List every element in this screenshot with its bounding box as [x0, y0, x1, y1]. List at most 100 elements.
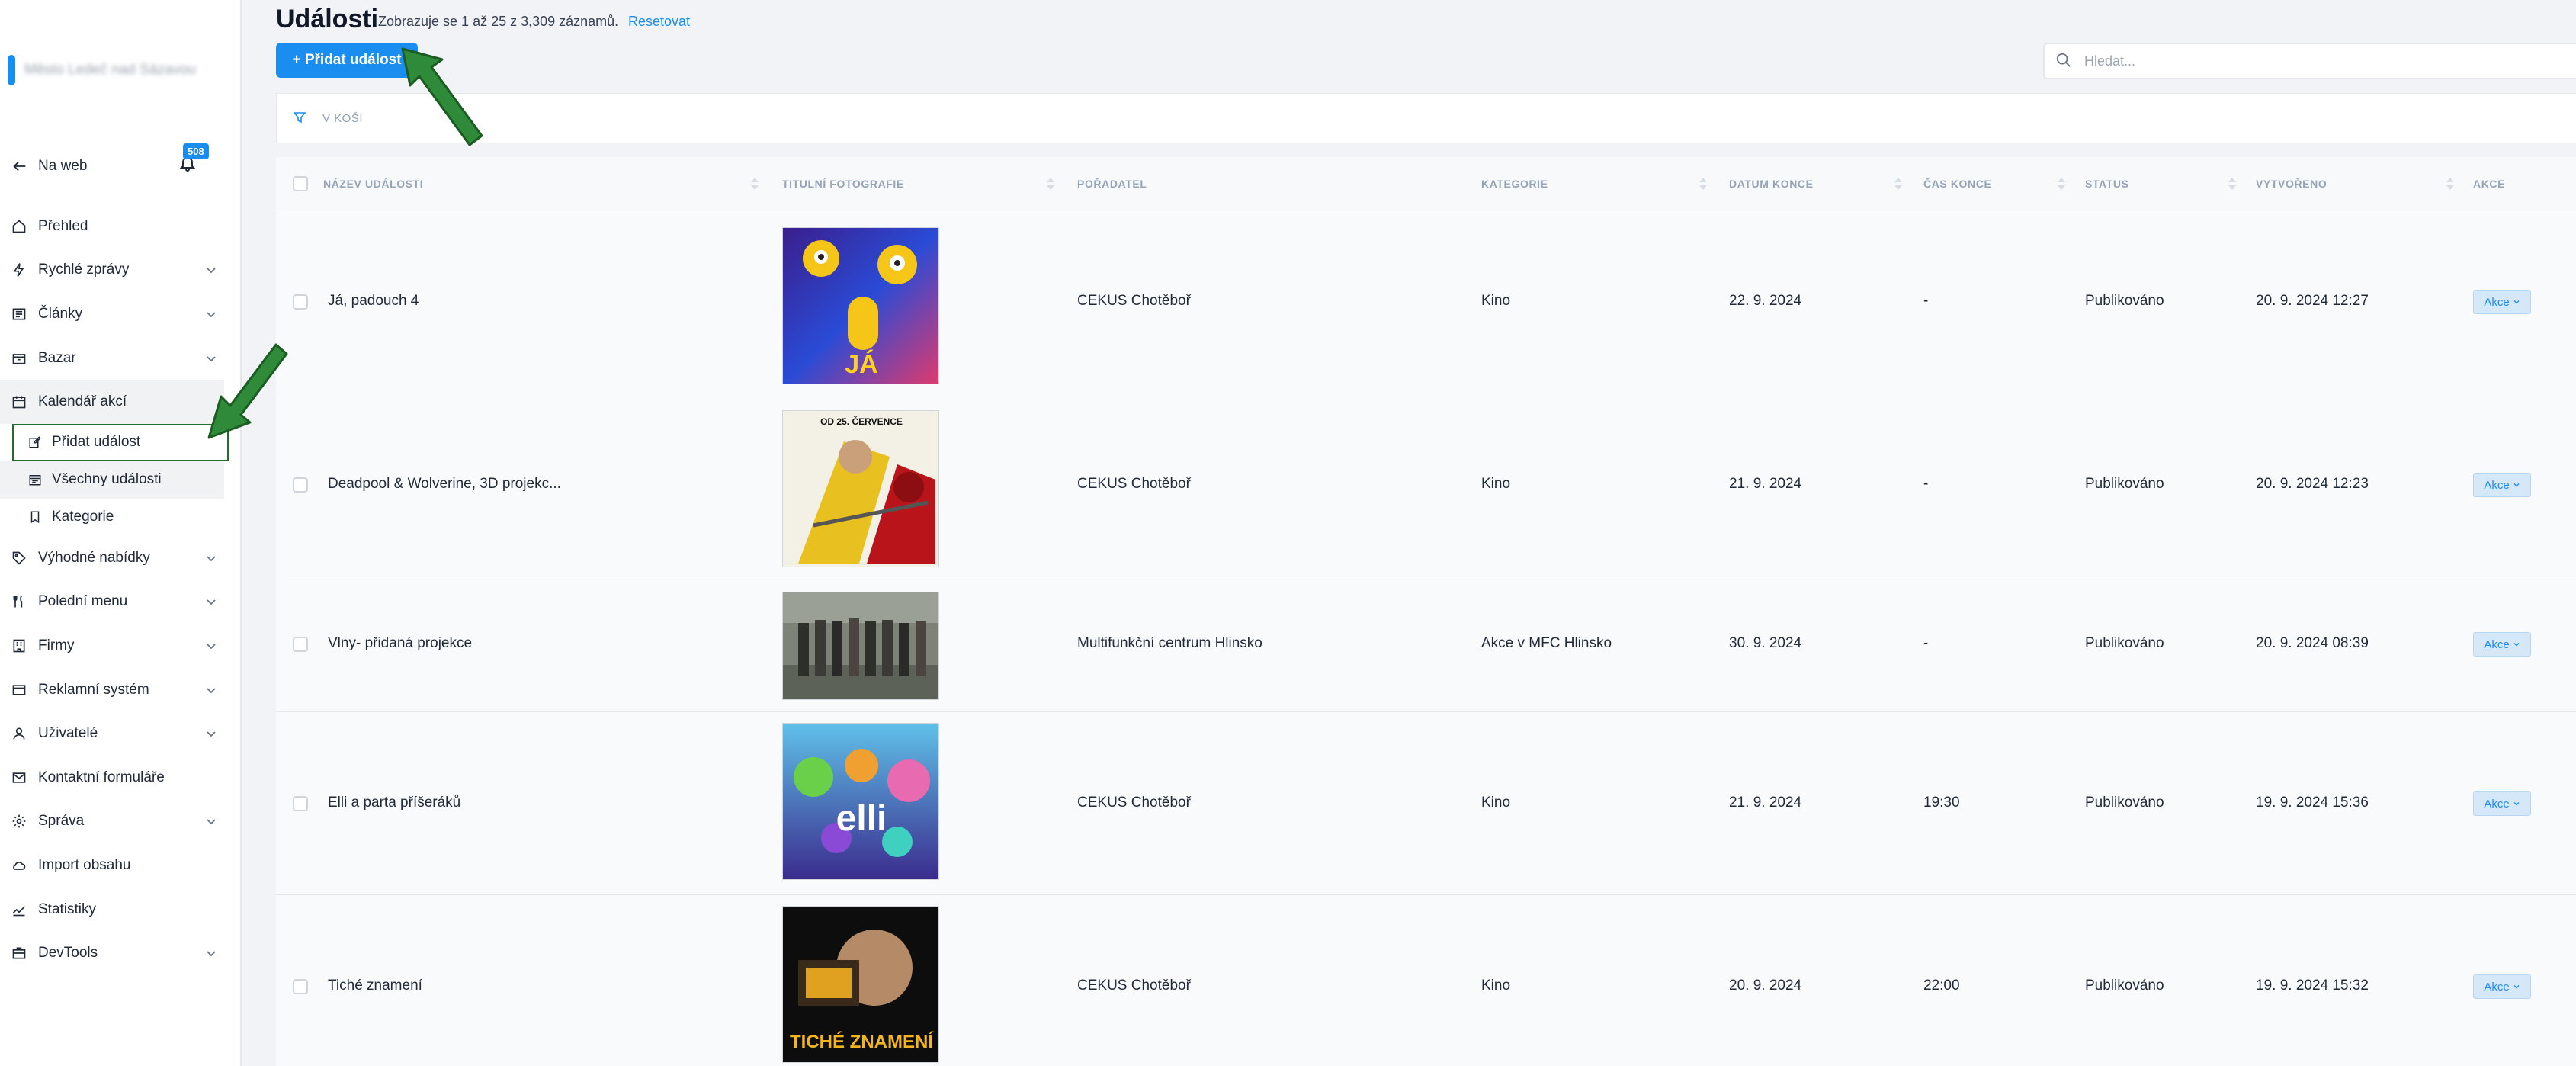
- search-icon: [2055, 52, 2074, 70]
- sort-icon[interactable]: [750, 177, 759, 191]
- column-header-photo[interactable]: TITULNÍ FOTOGRAFIE: [782, 157, 904, 210]
- sort-icon[interactable]: [2446, 177, 2455, 191]
- sidebar-item-label: DevTools: [38, 945, 98, 962]
- reset-link[interactable]: Resetovat: [628, 14, 690, 30]
- actions-dropdown-button[interactable]: Akce: [2473, 632, 2531, 657]
- sidebar-item-label: Kontaktní formuláře: [38, 769, 165, 785]
- actions-label: Akce: [2484, 295, 2510, 309]
- search-box[interactable]: [2043, 43, 2576, 79]
- event-created: 20. 9. 2024 08:39: [2256, 635, 2369, 651]
- select-all-checkbox[interactable]: [293, 176, 308, 191]
- sidebar-item-clanky[interactable]: Články: [0, 292, 242, 336]
- row-checkbox[interactable]: [293, 979, 308, 994]
- sidebar-subitem-kategorie[interactable]: Kategorie: [0, 499, 224, 536]
- poster-title: JÁ: [845, 350, 877, 379]
- calendar-list-icon: [27, 472, 43, 487]
- search-input[interactable]: [2084, 53, 2542, 69]
- chevron-down-icon: [2513, 802, 2520, 806]
- column-header-end-time[interactable]: ČAS KONCE: [1923, 157, 1991, 210]
- event-organizer: CEKUS Chotěboř: [1077, 476, 1191, 492]
- actions-dropdown-button[interactable]: Akce: [2473, 473, 2531, 497]
- row-checkbox[interactable]: [293, 477, 308, 493]
- sidebar-item-rychle-zpravy[interactable]: Rychlé zprávy: [0, 249, 242, 293]
- poster-title: TICHÉ ZNAMENÍ: [790, 1031, 934, 1052]
- sort-icon[interactable]: [2057, 177, 2066, 191]
- event-name[interactable]: Elli a parta příšeráků: [328, 795, 460, 811]
- sidebar-item-label: Články: [38, 305, 83, 322]
- sidebar-item-devtools[interactable]: DevTools: [0, 931, 242, 975]
- sidebar-item-label: Přehled: [38, 217, 88, 234]
- gear-icon: [11, 813, 27, 830]
- sidebar-item-import-obsahu[interactable]: Import obsahu: [0, 843, 242, 888]
- chevron-down-icon: [205, 947, 217, 959]
- event-name[interactable]: Já, padouch 4: [328, 293, 419, 310]
- row-checkbox[interactable]: [293, 637, 308, 652]
- event-name[interactable]: Deadpool & Wolverine, 3D projekc...: [328, 476, 561, 493]
- sidebar-item-sprava[interactable]: Správa: [0, 800, 242, 844]
- actions-dropdown-button[interactable]: Akce: [2473, 791, 2531, 816]
- actions-dropdown-button[interactable]: Akce: [2473, 290, 2531, 314]
- event-end-date: 22. 9. 2024: [1729, 293, 1802, 309]
- sidebar-subitem-label: Všechny události: [52, 471, 162, 488]
- column-header-organizer[interactable]: POŘADATEL: [1077, 157, 1147, 210]
- sidebar-item-label: Statistiky: [38, 901, 97, 917]
- event-name[interactable]: Tiché znamení: [328, 978, 422, 994]
- ad-icon: [11, 682, 27, 698]
- actions-label: Akce: [2484, 797, 2510, 811]
- sidebar-item-vyhodne-nabidky[interactable]: Výhodné nabídky: [0, 536, 242, 580]
- table-header: NÁZEV UDÁLOSTI TITULNÍ FOTOGRAFIE POŘADA…: [276, 157, 2576, 210]
- event-organizer: CEKUS Chotěboř: [1077, 795, 1191, 811]
- user-icon: [11, 725, 27, 742]
- sidebar-subitem-pridat-udalost[interactable]: Přidat událost: [12, 423, 229, 461]
- column-header-status[interactable]: STATUS: [2085, 157, 2129, 210]
- event-status: Publikováno: [2085, 635, 2164, 651]
- column-header-category[interactable]: KATEGORIE: [1481, 157, 1548, 210]
- actions-label: Akce: [2484, 478, 2510, 492]
- filter-bar: V KOŠI: [276, 93, 2576, 143]
- sidebar-item-kalendar-akci[interactable]: Kalendář akcí: [0, 380, 224, 424]
- sidebar-item-kontaktni-formulare[interactable]: Kontaktní formuláře: [0, 756, 242, 800]
- sidebar-item-label: Polední menu: [38, 593, 128, 610]
- row-checkbox[interactable]: [293, 796, 308, 811]
- cutlery-icon: [11, 593, 27, 610]
- chevron-down-icon: [205, 684, 217, 696]
- column-header-end-date[interactable]: DATUM KONCE: [1729, 157, 1814, 210]
- poster-title: OD 25. ČERVENCE: [820, 416, 903, 427]
- sidebar-item-label: Reklamní systém: [38, 681, 149, 698]
- sidebar-item-prehled[interactable]: Přehled: [0, 204, 242, 249]
- table-row: Elli a parta příšeráků elli CEKUS Chotěb…: [276, 712, 2576, 895]
- event-category: Kino: [1481, 795, 1511, 811]
- event-end-date: 21. 9. 2024: [1729, 476, 1802, 492]
- sort-icon[interactable]: [1046, 177, 1055, 191]
- row-checkbox[interactable]: [293, 294, 308, 310]
- brand[interactable]: Město Ledeč nad Sázavou: [8, 55, 196, 85]
- event-poster: TICHÉ ZNAMENÍ: [782, 906, 939, 1063]
- back-to-web-label: Na web: [38, 158, 88, 174]
- sort-icon[interactable]: [1699, 177, 1708, 191]
- column-header-name[interactable]: NÁZEV UDÁLOSTI: [323, 157, 423, 210]
- calendar-icon: [11, 393, 27, 410]
- trash-filter-label[interactable]: V KOŠI: [322, 112, 363, 125]
- table-row: Já, padouch 4 JÁ CEKUS Chotěboř Kino 22.…: [276, 210, 2576, 393]
- actions-label: Akce: [2484, 637, 2510, 651]
- chevron-down-icon: [205, 596, 217, 608]
- sidebar-item-poledni-menu[interactable]: Polední menu: [0, 580, 242, 625]
- actions-dropdown-button[interactable]: Akce: [2473, 974, 2531, 999]
- sidebar-item-firmy[interactable]: Firmy: [0, 624, 242, 668]
- event-end-date: 20. 9. 2024: [1729, 978, 1802, 994]
- event-category: Kino: [1481, 476, 1511, 492]
- event-name[interactable]: Vlny- přidaná projekce: [328, 635, 472, 652]
- sort-icon[interactable]: [2228, 177, 2237, 191]
- sidebar-item-statistiky[interactable]: Statistiky: [0, 888, 242, 932]
- event-poster: elli: [782, 723, 939, 880]
- sidebar-item-uzivatele[interactable]: Uživatelé: [0, 711, 242, 756]
- sidebar-item-reklamni-system[interactable]: Reklamní systém: [0, 668, 242, 712]
- event-category: Kino: [1481, 293, 1511, 309]
- brand-name: Město Ledeč nad Sázavou: [24, 62, 196, 78]
- sort-icon[interactable]: [1894, 177, 1903, 191]
- sidebar-subitem-vsechny-udalosti[interactable]: Všechny události: [0, 461, 224, 499]
- filter-icon[interactable]: [293, 111, 307, 125]
- sidebar-item-label: Kalendář akcí: [38, 393, 127, 410]
- table-row: Tiché znamení TICHÉ ZNAMENÍ CEKUS Chotěb…: [276, 895, 2576, 1066]
- column-header-created[interactable]: VYTVOŘENO: [2256, 157, 2327, 210]
